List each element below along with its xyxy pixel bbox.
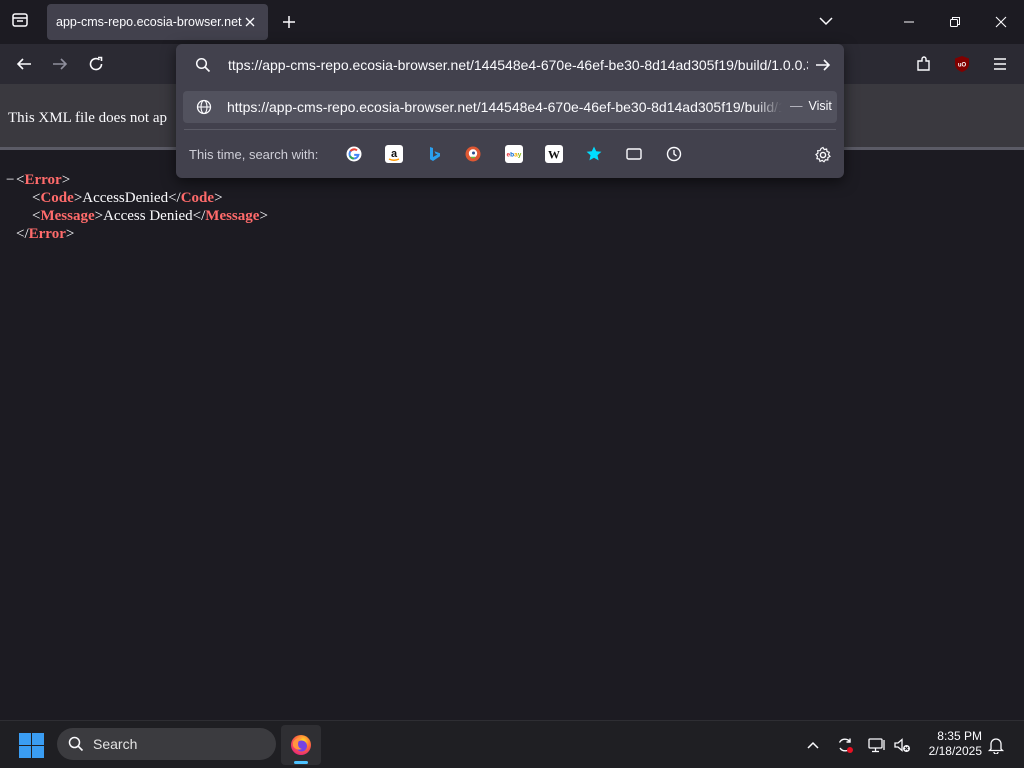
- xml-banner-text: This XML file does not ap: [8, 110, 168, 126]
- xml-message-value: Access Denied: [103, 208, 193, 224]
- window-close-button[interactable]: [978, 0, 1024, 44]
- list-all-tabs-button[interactable]: [817, 12, 835, 30]
- puzzle-icon: [917, 56, 930, 71]
- firefox-view-button[interactable]: [8, 10, 32, 34]
- collapse-toggle[interactable]: −: [6, 171, 16, 189]
- plus-icon: [283, 16, 295, 28]
- divider: [184, 129, 836, 130]
- hamburger-menu-icon: [994, 58, 1006, 70]
- volume-button[interactable]: [892, 735, 912, 755]
- arrow-right-icon: [816, 59, 831, 71]
- show-hidden-icons-button[interactable]: [803, 735, 823, 755]
- minimize-icon: [904, 21, 914, 23]
- wikipedia-icon[interactable]: W: [545, 145, 563, 163]
- network-button[interactable]: [867, 735, 887, 755]
- xml-tag-name: Error: [24, 172, 62, 188]
- restore-button[interactable]: [932, 0, 978, 44]
- url-input-row: ttps://app-cms-repo.ecosia-browser.net/1…: [176, 44, 844, 86]
- svg-text:ebay: ebay: [507, 152, 522, 159]
- xml-code-value: AccessDenied: [82, 190, 169, 206]
- tab-strip: app-cms-repo.ecosia-browser.net/: [0, 0, 1024, 44]
- svg-text:a: a: [391, 148, 398, 160]
- xml-code-line: <Code>AccessDenied</Code>: [32, 190, 223, 206]
- tab-close-button[interactable]: [242, 14, 258, 30]
- url-input-value: ttps://app-cms-repo.ecosia-browser.net/1…: [228, 57, 808, 73]
- search-settings-button[interactable]: [813, 145, 833, 165]
- taskbar: Search 8:35 PM 2/18/2025: [0, 720, 1024, 768]
- tab-title: app-cms-repo.ecosia-browser.net/: [56, 15, 242, 29]
- back-button[interactable]: [12, 52, 36, 76]
- clock-date: 2/18/2025: [928, 744, 982, 758]
- bookmarks-star-icon[interactable]: [585, 145, 603, 163]
- active-app-indicator: [294, 761, 308, 764]
- svg-text:uO: uO: [958, 63, 967, 69]
- xml-tag-name: Message: [205, 208, 260, 224]
- chevron-up-icon: [807, 741, 819, 749]
- minimize-button[interactable]: [886, 0, 932, 44]
- tabs-icon[interactable]: [625, 145, 643, 163]
- gear-icon: [815, 146, 831, 163]
- taskbar-firefox-app[interactable]: [281, 725, 321, 765]
- url-input[interactable]: ttps://app-cms-repo.ecosia-browser.net/1…: [228, 56, 808, 73]
- taskbar-search-box[interactable]: Search: [57, 728, 276, 760]
- xml-message-line: <Message>Access Denied</Message>: [32, 208, 268, 224]
- ebay-icon[interactable]: ebay: [505, 145, 523, 163]
- go-button[interactable]: [813, 55, 833, 75]
- system-clock[interactable]: 8:35 PM 2/18/2025: [918, 729, 982, 759]
- reload-icon: [89, 56, 103, 71]
- sync-status-button[interactable]: [835, 735, 855, 755]
- notifications-button[interactable]: [986, 735, 1006, 755]
- firefox-view-icon: [11, 11, 29, 34]
- duckduckgo-icon[interactable]: [464, 145, 482, 163]
- arrow-right-icon: [53, 58, 68, 70]
- tab-active[interactable]: app-cms-repo.ecosia-browser.net/: [47, 4, 268, 40]
- suggestion-action-label: Visit: [808, 99, 832, 113]
- search-icon: [193, 55, 213, 75]
- volume-muted-icon: [894, 738, 910, 752]
- suggestion-dash: —: [790, 99, 803, 113]
- search-icon: [67, 735, 85, 753]
- clock-time: 8:35 PM: [937, 729, 982, 743]
- xml-error-close: </Error>: [16, 226, 75, 242]
- app-menu-button[interactable]: [988, 52, 1012, 76]
- search-with-label: This time, search with:: [189, 147, 319, 162]
- svg-text:W: W: [548, 148, 560, 162]
- forward-button[interactable]: [48, 52, 72, 76]
- xml-tag-name: Message: [40, 208, 95, 224]
- history-icon[interactable]: [665, 145, 683, 163]
- xml-tag-name: Code: [40, 190, 74, 206]
- taskbar-search-placeholder: Search: [93, 736, 138, 752]
- arrow-left-icon: [16, 58, 31, 70]
- reload-button[interactable]: [84, 52, 108, 76]
- amazon-icon[interactable]: a: [385, 145, 403, 163]
- bell-icon: [987, 738, 1005, 754]
- ublock-origin-button[interactable]: uO: [950, 52, 974, 76]
- network-icon: [868, 738, 885, 753]
- xml-tree: − <Error> <Code>AccessDenied</Code> <Mess…: [6, 171, 268, 243]
- bing-icon[interactable]: [425, 145, 443, 163]
- restore-icon: [950, 17, 960, 27]
- xml-tag-name: Error: [28, 226, 66, 242]
- start-button[interactable]: [19, 733, 45, 759]
- close-icon: [995, 16, 1007, 28]
- suggestion-url: https://app-cms-repo.ecosia-browser.net/…: [227, 99, 782, 115]
- globe-icon: [195, 98, 213, 116]
- extensions-button[interactable]: [912, 52, 936, 76]
- xml-tag-name: Code: [180, 190, 215, 206]
- close-icon: [245, 17, 255, 27]
- new-tab-button[interactable]: [279, 12, 299, 32]
- urlbar-dropdown: ttps://app-cms-repo.ecosia-browser.net/1…: [176, 44, 844, 178]
- sync-icon: [838, 738, 853, 753]
- google-icon[interactable]: [345, 145, 363, 163]
- suggestion-action: — Visit: [790, 99, 832, 113]
- firefox-icon: [291, 735, 311, 755]
- chevron-down-icon: [819, 17, 833, 26]
- url-suggestion-row[interactable]: https://app-cms-repo.ecosia-browser.net/…: [183, 91, 837, 123]
- ublock-shield-icon: uO: [955, 56, 969, 72]
